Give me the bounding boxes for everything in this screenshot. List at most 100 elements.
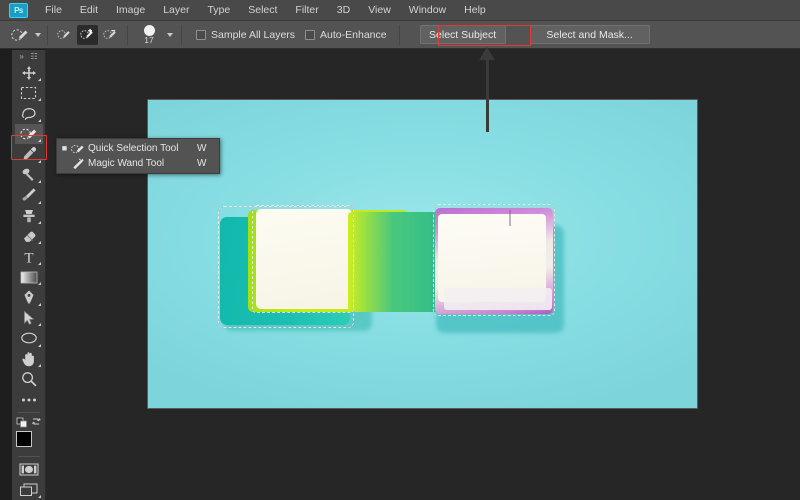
brush-size-value: 17: [144, 34, 154, 45]
tool-group-indicator: [37, 343, 41, 347]
gradient-tool[interactable]: [15, 267, 43, 287]
tool-group-indicator: [37, 220, 41, 224]
selection-mode-group: [54, 24, 121, 45]
tool-group-indicator: [37, 180, 41, 184]
canvas-area[interactable]: [46, 49, 800, 500]
options-bar: 17 Sample All Layers Auto-Enhance Select…: [0, 21, 800, 49]
tool-group-indicator: [37, 77, 41, 81]
pen-tool[interactable]: [15, 287, 43, 307]
select-and-mask-button[interactable]: Select and Mask...: [529, 25, 650, 44]
brush-tool[interactable]: [15, 185, 43, 205]
type-tool[interactable]: T: [15, 246, 43, 266]
tool-preset-picker[interactable]: [10, 26, 41, 44]
divider: [398, 24, 400, 45]
divider: [127, 24, 128, 45]
menu-item-layer[interactable]: Layer: [154, 1, 198, 19]
move-tool[interactable]: [15, 62, 43, 82]
divider: [17, 456, 40, 457]
rectangular-marquee-tool[interactable]: [15, 83, 43, 103]
tool-group-indicator: [37, 118, 41, 122]
annotation-arrow-shaft: [486, 57, 489, 132]
document-canvas[interactable]: [148, 100, 697, 408]
chevron-down-icon[interactable]: [35, 32, 41, 37]
menu-item-image[interactable]: Image: [107, 1, 154, 19]
divider: [181, 24, 182, 45]
checkbox-box: [305, 29, 316, 40]
tool-group-indicator: [37, 241, 41, 245]
lasso-tool[interactable]: [15, 103, 43, 123]
up-arrow-annotation-icon: [479, 47, 495, 60]
spot-healing-brush-tool[interactable]: [15, 165, 43, 185]
menu-item-type[interactable]: Type: [198, 1, 239, 19]
divider: [17, 411, 40, 413]
photoshop-logo-icon[interactable]: Ps: [9, 2, 28, 18]
sample-all-layers-label: Sample All Layers: [211, 28, 296, 41]
divider: [47, 24, 48, 45]
active-tool-bullet-icon: ■: [61, 143, 68, 153]
tool-flyout-menu: ■ Quick Selection Tool W Magic Wand Tool: [56, 138, 220, 174]
new-selection-button[interactable]: [54, 25, 75, 45]
quick-selection-tool[interactable]: [14, 123, 43, 145]
flyout-item-magic-wand-tool[interactable]: Magic Wand Tool W: [57, 156, 219, 171]
right-notebook-paper-lower: [444, 288, 552, 310]
path-selection-tool[interactable]: [15, 308, 43, 328]
menu-item-help[interactable]: Help: [455, 1, 495, 19]
flyout-item-quick-selection-tool[interactable]: ■ Quick Selection Tool W: [57, 141, 219, 156]
subtract-from-selection-button[interactable]: [100, 25, 121, 45]
center-green-block: [348, 212, 448, 312]
panel-toggle-icon[interactable]: ☷: [30, 52, 37, 61]
tool-group-indicator: [37, 282, 41, 286]
flyout-shortcut: W: [197, 143, 207, 154]
menu-item-view[interactable]: View: [359, 1, 400, 19]
tool-group-indicator: [37, 98, 41, 102]
ellipse-tool[interactable]: [15, 328, 43, 348]
menu-item-window[interactable]: Window: [400, 1, 455, 19]
tools-panel-header: » ☷: [12, 50, 45, 62]
add-to-selection-button[interactable]: [77, 24, 98, 45]
menu-item-filter[interactable]: Filter: [286, 1, 327, 19]
edit-toolbar-button[interactable]: [15, 389, 43, 409]
tool-group-indicator: [37, 494, 41, 498]
tool-group-indicator: [37, 302, 41, 306]
foreground-color-swatch[interactable]: [15, 430, 32, 447]
color-controls-row: [15, 415, 43, 429]
tool-group-indicator: [37, 364, 41, 367]
double-chevron-icon[interactable]: »: [19, 52, 23, 61]
tool-group-indicator: [37, 139, 41, 143]
clone-stamp-tool[interactable]: [15, 206, 43, 226]
tool-group-indicator: [37, 159, 41, 163]
zoom-tool[interactable]: [15, 369, 43, 389]
tool-group-indicator: [37, 323, 41, 327]
chevron-down-icon[interactable]: [167, 32, 173, 37]
menu-bar: Ps File Edit Image Layer Type Select Fil…: [0, 0, 800, 21]
flyout-shortcut: W: [197, 158, 207, 169]
menu-item-file[interactable]: File: [36, 1, 71, 19]
menu-item-edit[interactable]: Edit: [71, 1, 107, 19]
tool-group-indicator: [37, 261, 41, 265]
quick-mask-mode-button[interactable]: [15, 459, 43, 479]
sample-all-layers-checkbox[interactable]: Sample All Layers: [196, 29, 295, 41]
eraser-tool[interactable]: [15, 226, 43, 246]
quick-selection-tool-icon: [10, 26, 30, 44]
svg-text:T: T: [24, 250, 33, 265]
color-swatches[interactable]: [15, 430, 43, 455]
eyedropper-tool[interactable]: [15, 144, 43, 164]
menu-item-3d[interactable]: 3D: [328, 1, 359, 19]
flyout-label: Quick Selection Tool: [88, 143, 179, 154]
photoshop-window: Ps File Edit Image Layer Type Select Fil…: [0, 0, 800, 500]
select-subject-button[interactable]: Select Subject: [419, 25, 506, 44]
auto-enhance-label: Auto-Enhance: [320, 28, 387, 41]
quick-selection-tool-icon: [69, 143, 88, 155]
left-notebook-paper: [256, 209, 352, 309]
flyout-label: Magic Wand Tool: [88, 158, 165, 169]
tool-group-indicator: [37, 200, 41, 204]
auto-enhance-checkbox[interactable]: Auto-Enhance: [305, 29, 387, 41]
hand-tool[interactable]: [15, 349, 43, 369]
checkbox-box: [196, 29, 206, 40]
tools-panel: » ☷ T: [12, 50, 46, 500]
menu-item-select[interactable]: Select: [239, 1, 286, 19]
screen-mode-button[interactable]: [15, 479, 43, 499]
right-notebook-crease: [509, 210, 511, 226]
brush-preset-icon: [143, 24, 155, 36]
brush-size-picker[interactable]: 17: [138, 24, 160, 45]
